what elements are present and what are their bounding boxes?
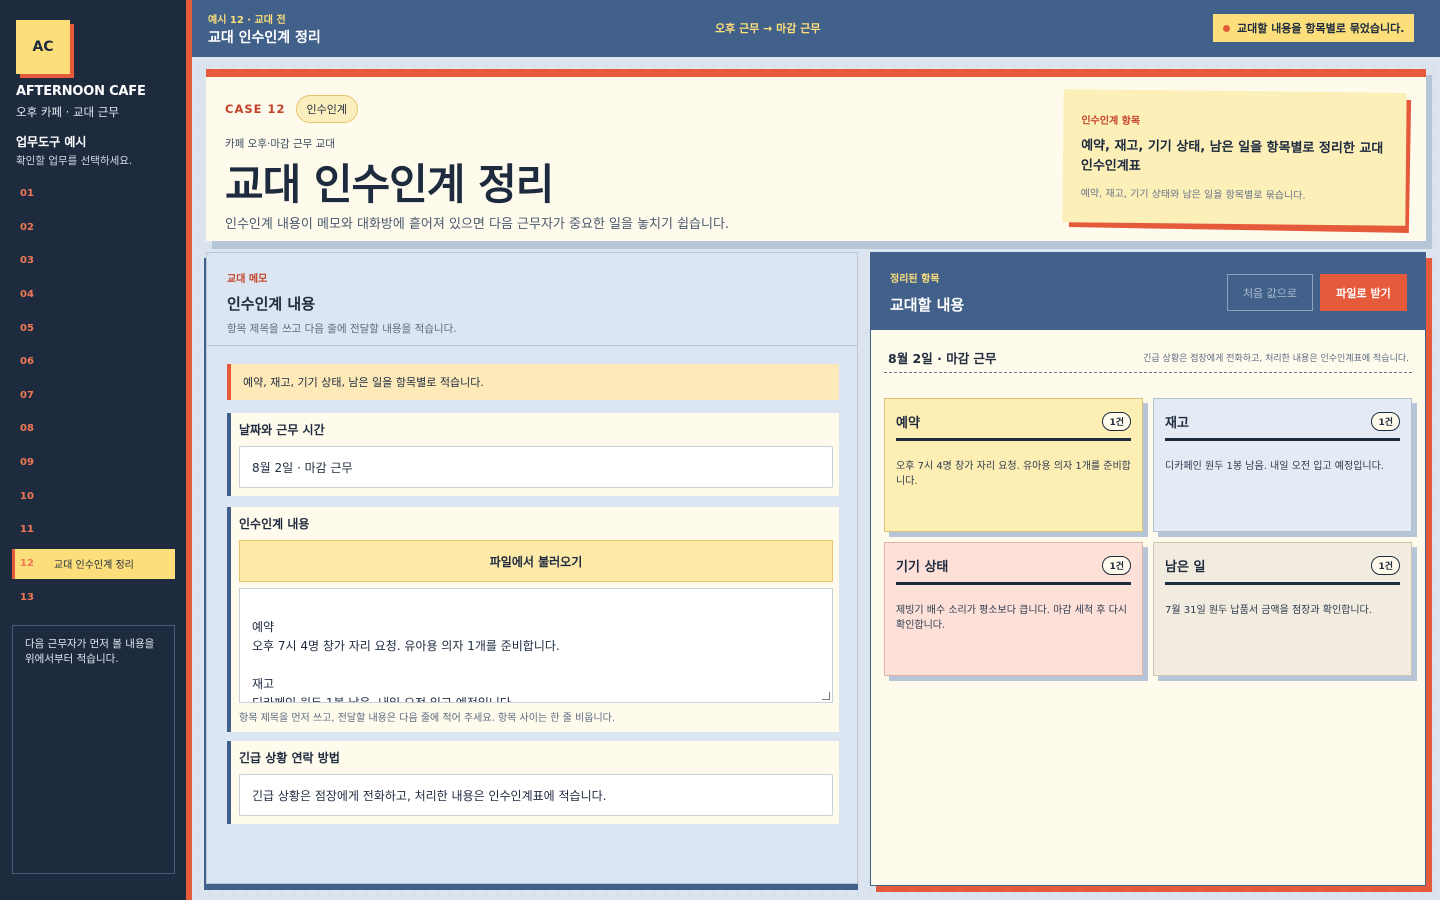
card-count-badge: 1건	[1102, 412, 1131, 431]
input-panel-header: 교대 메모 인수인계 내용 항목 제목을 쓰고 다음 줄에 전달할 내용을 적습…	[207, 253, 857, 346]
output-panel: 정리된 항목 교대할 내용 처음 값으로 파일로 받기 8월 2일 · 마감 근…	[870, 252, 1426, 886]
nav-item-12-active[interactable]: 12 교대 인수인계 정리	[12, 548, 175, 579]
input-panel-kicker: 교대 메모	[227, 274, 268, 285]
emergency-input[interactable]: 긴급 상황은 점장에게 전화하고, 처리한 내용은 인수인계표에 적습니다.	[239, 774, 833, 816]
nav-item-number: 08	[20, 423, 34, 435]
card-body: 디카페인 원두 1봉 남음. 내일 오전 입고 예정입니다.	[1165, 461, 1384, 472]
sidebar-accent-edge	[186, 0, 192, 900]
nav-item-number: 03	[20, 255, 34, 267]
nav-item-06[interactable]: 06	[12, 345, 175, 379]
nav-item-13[interactable]: 13	[12, 581, 175, 615]
card-body: 제빙기 배수 소리가 평소보다 큽니다. 마감 세척 후 다시 확인합니다.	[896, 605, 1128, 631]
case-tag: 인수인계	[295, 95, 358, 123]
card-title: 기기 상태	[896, 560, 949, 575]
handover-card-equipment: 기기 상태 1건 제빙기 배수 소리가 평소보다 큽니다. 마감 세척 후 다시…	[884, 542, 1143, 676]
card-header: 예약 1건	[896, 412, 1131, 441]
sticky-note: 인수인계 항목 예약, 재고, 기기 상태, 남은 일을 항목별로 정리한 교대…	[1062, 89, 1407, 226]
card-header: 재고 1건	[1165, 412, 1400, 441]
nav-item-01[interactable]: 01	[12, 177, 175, 211]
nav-item-number: 04	[20, 289, 34, 301]
nav-item-number: 02	[20, 221, 34, 233]
date-field-label: 날짜와 근무 시간	[239, 423, 325, 437]
case-row: CASE 12 인수인계	[225, 95, 358, 123]
handover-card-reservation: 예약 1건 오후 7시 4명 창가 자리 요청. 유아용 의자 1개를 준비합니…	[884, 398, 1143, 532]
nav-item-number: 12	[20, 558, 34, 570]
nav-item-09[interactable]: 09	[12, 446, 175, 480]
top-bar: 예시 12 · 교대 전 교대 인수인계 정리 오후 근무 → 마감 근무 교대…	[192, 0, 1440, 57]
status-dot-icon	[1223, 25, 1230, 32]
nav-item-08[interactable]: 08	[12, 412, 175, 446]
input-panel-subtitle: 항목 제목을 쓰고 다음 줄에 전달할 내용을 적습니다.	[227, 323, 457, 335]
handover-date: 8월 2일 · 마감 근무	[888, 351, 997, 366]
load-from-file-button[interactable]: 파일에서 불러오기	[239, 540, 833, 582]
date-input[interactable]: 8월 2일 · 마감 근무	[239, 446, 833, 488]
card-count-badge: 1건	[1371, 412, 1400, 431]
card-count-badge: 1건	[1371, 556, 1400, 575]
nav-item-02[interactable]: 02	[12, 211, 175, 245]
hero-kicker: 카페 오후·마감 근무 교대	[225, 138, 335, 150]
nav-item-number: 07	[20, 389, 34, 401]
hero-description: 인수인계 내용이 메모와 대화방에 흩어져 있으면 다음 근무자가 중요한 일을…	[225, 217, 730, 232]
card-title: 재고	[1165, 416, 1189, 431]
card-title: 남은 일	[1165, 560, 1206, 575]
card-body: 7월 31일 원두 납품서 금액을 점장과 확인합니다.	[1165, 605, 1372, 616]
sidebar: AC AFTERNOON CAFE 오후 카페 · 교대 근무 업무도구 예시 …	[0, 0, 186, 900]
handover-content-text: 예약 오후 7시 4명 창가 자리 요청. 유아용 의자 1개를 준비합니다. …	[252, 620, 560, 703]
sidebar-note: 다음 근무자가 먼저 볼 내용을 위에서부터 적습니다.	[12, 625, 175, 874]
case-nav: 01 02 03 04 05 06 07 08 09 10 11 12 교대 인…	[12, 177, 175, 614]
content-hint: 항목 제목을 먼저 쓰고, 전달할 내용은 다음 줄에 적어 주세요. 항목 사…	[239, 713, 616, 724]
handover-content-textarea[interactable]: 예약 오후 7시 4명 창가 자리 요청. 유아용 의자 1개를 준비합니다. …	[239, 588, 833, 703]
card-body: 오후 7시 4명 창가 자리 요청. 유아용 의자 1개를 준비합니다.	[896, 461, 1131, 487]
nav-item-07[interactable]: 07	[12, 379, 175, 413]
card-header: 남은 일 1건	[1165, 556, 1400, 585]
nav-item-number: 10	[20, 490, 34, 502]
download-file-button[interactable]: 파일로 받기	[1320, 274, 1407, 311]
brand-name: AFTERNOON CAFE	[16, 84, 146, 99]
input-panel: 교대 메모 인수인계 내용 항목 제목을 쓰고 다음 줄에 전달할 내용을 적습…	[206, 252, 858, 884]
resize-grip-icon[interactable]	[822, 692, 830, 700]
output-panel-header: 정리된 항목 교대할 내용 처음 값으로 파일로 받기	[871, 253, 1425, 330]
nav-item-04[interactable]: 04	[12, 278, 175, 312]
emergency-field-label: 긴급 상황 연락 방법	[239, 751, 340, 765]
status-badge: 교대할 내용을 항목별로 묶었습니다.	[1213, 14, 1415, 42]
content-field-label: 인수인계 내용	[239, 517, 310, 531]
nav-item-number: 09	[20, 457, 34, 469]
sticky-note-subtitle: 예약, 재고, 기기 상태와 남은 일을 항목별로 묶습니다.	[1080, 188, 1306, 202]
page-title: 교대 인수인계 정리	[208, 30, 321, 46]
status-badge-text: 교대할 내용을 항목별로 묶었습니다.	[1237, 22, 1405, 35]
brand-subtitle: 오후 카페 · 교대 근무	[16, 105, 119, 119]
hero-title: 교대 인수인계 정리	[225, 160, 554, 209]
nav-item-number: 01	[20, 188, 34, 200]
case-label: CASE 12	[225, 102, 286, 116]
dashed-divider	[884, 372, 1412, 373]
nav-item-11[interactable]: 11	[12, 513, 175, 547]
handover-card-remaining: 남은 일 1건 7월 31일 원두 납품서 금액을 점장과 확인합니다.	[1153, 542, 1412, 676]
nav-item-05[interactable]: 05	[12, 311, 175, 345]
handover-card-inventory: 재고 1건 디카페인 원두 1봉 남음. 내일 오전 입고 예정입니다.	[1153, 398, 1412, 532]
brand-logo: AC	[16, 20, 70, 74]
nav-item-number: 11	[20, 524, 34, 536]
card-title: 예약	[896, 416, 920, 431]
nav-item-number: 05	[20, 322, 34, 334]
card-count-badge: 1건	[1102, 556, 1131, 575]
sticky-note-kicker: 인수인계 항목	[1081, 115, 1141, 128]
nav-item-10[interactable]: 10	[12, 479, 175, 513]
emergency-field-group: 긴급 상황 연락 방법 긴급 상황은 점장에게 전화하고, 처리한 내용은 인수…	[227, 741, 839, 824]
tool-title: 업무도구 예시	[16, 135, 87, 149]
date-field-group: 날짜와 근무 시간 8월 2일 · 마감 근무	[227, 413, 839, 496]
breadcrumb: 예시 12 · 교대 전	[208, 15, 286, 26]
emergency-summary: 긴급 상황은 점장에게 전화하고, 처리한 내용은 인수인계표에 적습니다.	[1143, 354, 1409, 364]
content-field-group: 인수인계 내용 파일에서 불러오기 예약 오후 7시 4명 창가 자리 요청. …	[227, 507, 839, 732]
shift-indicator: 오후 근무 → 마감 근무	[715, 22, 821, 35]
nav-item-number: 06	[20, 356, 34, 368]
nav-item-03[interactable]: 03	[12, 244, 175, 278]
input-panel-title: 인수인계 내용	[227, 295, 316, 313]
nav-item-number: 13	[20, 591, 34, 603]
reset-button[interactable]: 처음 값으로	[1227, 274, 1313, 311]
card-header: 기기 상태 1건	[896, 556, 1131, 585]
instruction-notice: 예약, 재고, 기기 상태, 남은 일을 항목별로 적습니다.	[227, 364, 839, 400]
nav-item-label: 교대 인수인계 정리	[53, 560, 134, 572]
sticky-note-title: 예약, 재고, 기기 상태, 남은 일을 항목별로 정리한 교대 인수인계표	[1080, 138, 1384, 175]
tool-subtitle: 확인할 업무를 선택하세요.	[16, 155, 133, 167]
